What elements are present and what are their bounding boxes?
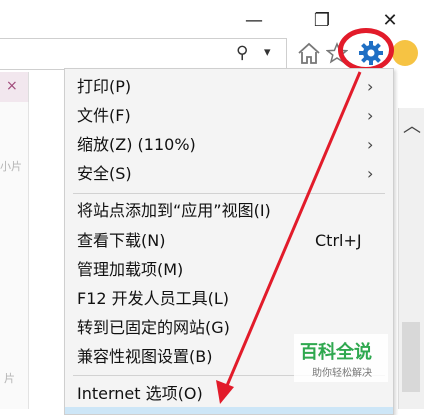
watermark-subtitle: 助你轻松解决 (312, 368, 372, 379)
watermark-title: 百科全说 (300, 342, 372, 363)
